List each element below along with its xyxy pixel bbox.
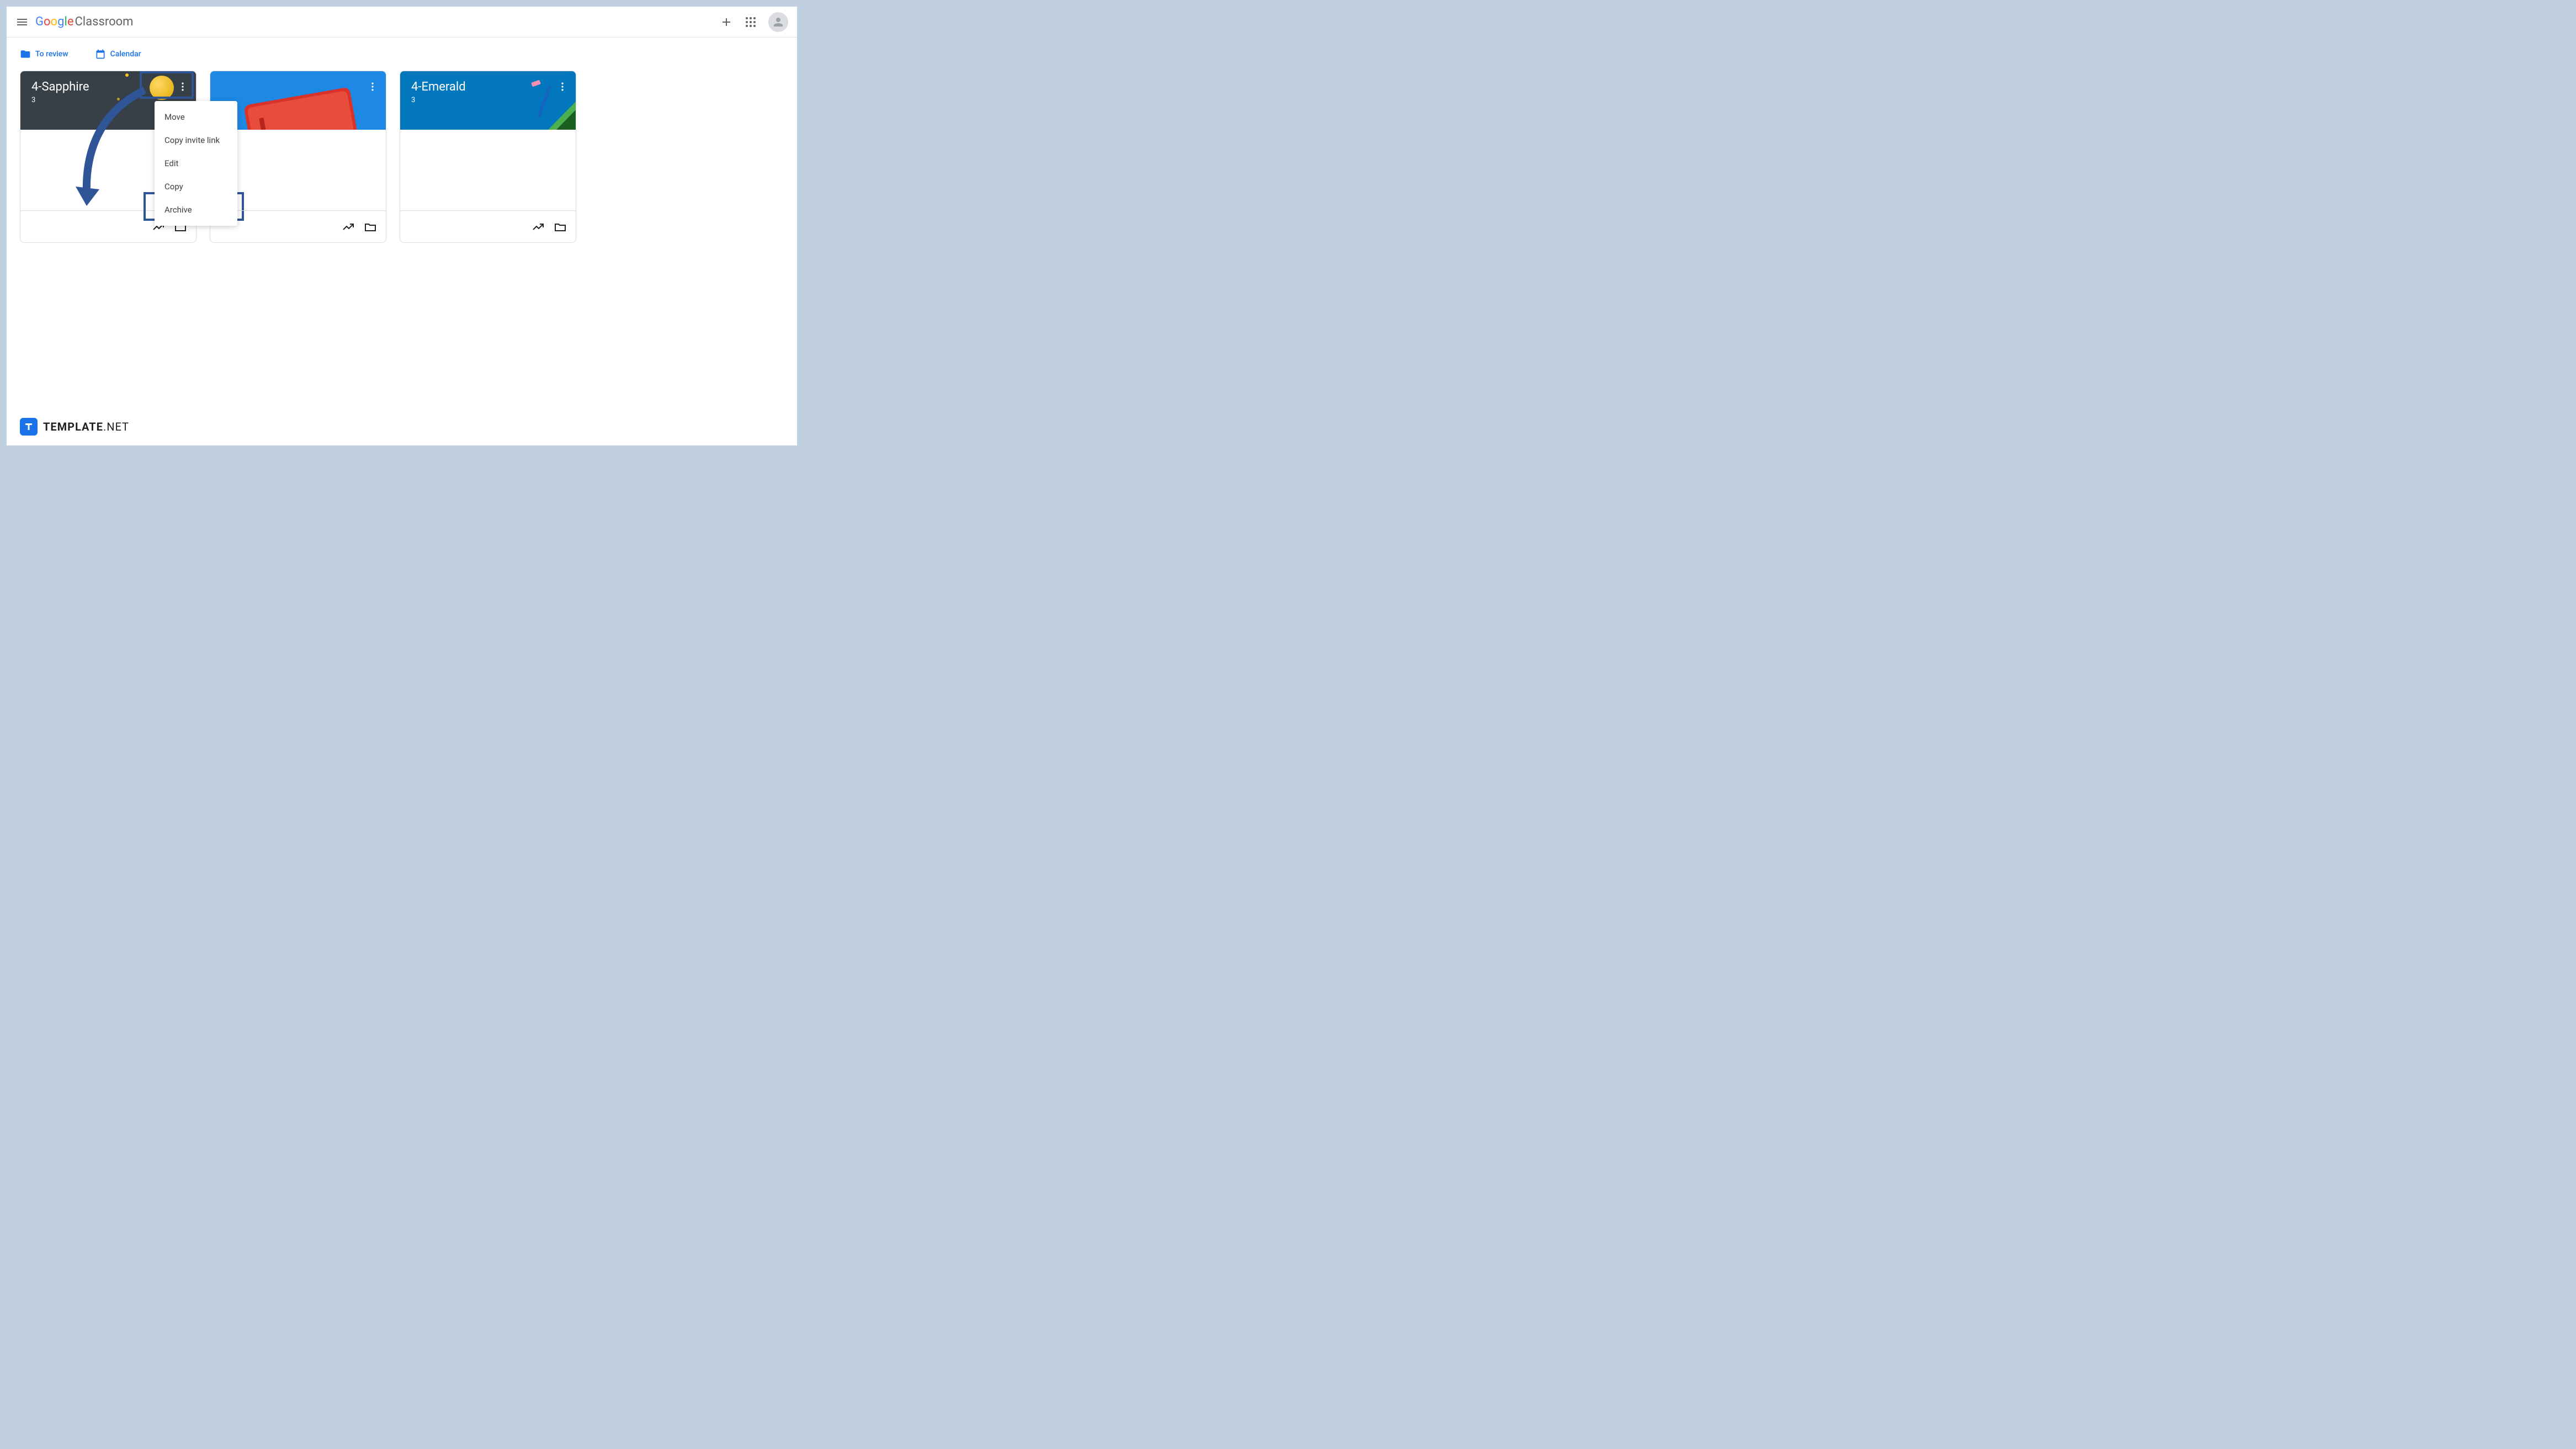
sub-navigation: To review Calendar	[7, 38, 797, 71]
card-kebab-menu[interactable]	[556, 80, 569, 93]
template-net-watermark: TEMPLATE.NET	[20, 418, 129, 436]
calendar-link[interactable]: Calendar	[88, 44, 148, 64]
brand-suffix: .NET	[103, 420, 129, 433]
card-kebab-menu[interactable]	[176, 80, 189, 93]
hamburger-icon[interactable]	[15, 15, 29, 29]
folder-icon[interactable]	[364, 220, 377, 233]
brand-name: TEMPLATE	[43, 420, 103, 433]
menu-item-move[interactable]: Move	[155, 105, 237, 129]
apps-grid-icon[interactable]	[744, 15, 757, 29]
folder-icon[interactable]	[554, 220, 567, 233]
app-frame: Google Classroom To review Calendar	[7, 7, 797, 445]
calendar-label: Calendar	[110, 50, 141, 59]
menu-item-edit[interactable]: Edit	[155, 152, 237, 175]
menu-item-copy[interactable]: Copy	[155, 175, 237, 198]
to-review-link[interactable]: To review	[13, 44, 75, 64]
menu-item-archive[interactable]: Archive	[155, 198, 237, 221]
cards-container: 4-Sapphire 3 Move Copy invite link E	[7, 71, 797, 243]
product-name: Classroom	[75, 15, 133, 29]
plus-icon[interactable]	[720, 15, 733, 29]
calendar-icon	[95, 49, 106, 60]
trending-icon[interactable]	[532, 220, 545, 233]
class-card-emerald[interactable]: 4-Emerald 3	[400, 71, 576, 243]
trending-icon[interactable]	[342, 220, 355, 233]
card-body	[400, 130, 576, 210]
app-logo[interactable]: Google Classroom	[35, 15, 133, 29]
template-logo-icon	[20, 418, 38, 436]
folder-check-icon	[20, 49, 31, 60]
card-footer	[400, 210, 576, 242]
card-context-menu: Move Copy invite link Edit Copy Archive	[155, 101, 237, 226]
menu-item-copy-invite[interactable]: Copy invite link	[155, 129, 237, 152]
account-avatar[interactable]	[768, 12, 788, 32]
template-brand-text: TEMPLATE.NET	[43, 420, 129, 433]
card-decoration	[221, 80, 375, 130]
app-header: Google Classroom	[7, 7, 797, 38]
to-review-label: To review	[35, 50, 68, 59]
card-header: 4-Emerald 3	[400, 71, 576, 130]
card-kebab-menu[interactable]	[366, 80, 379, 93]
